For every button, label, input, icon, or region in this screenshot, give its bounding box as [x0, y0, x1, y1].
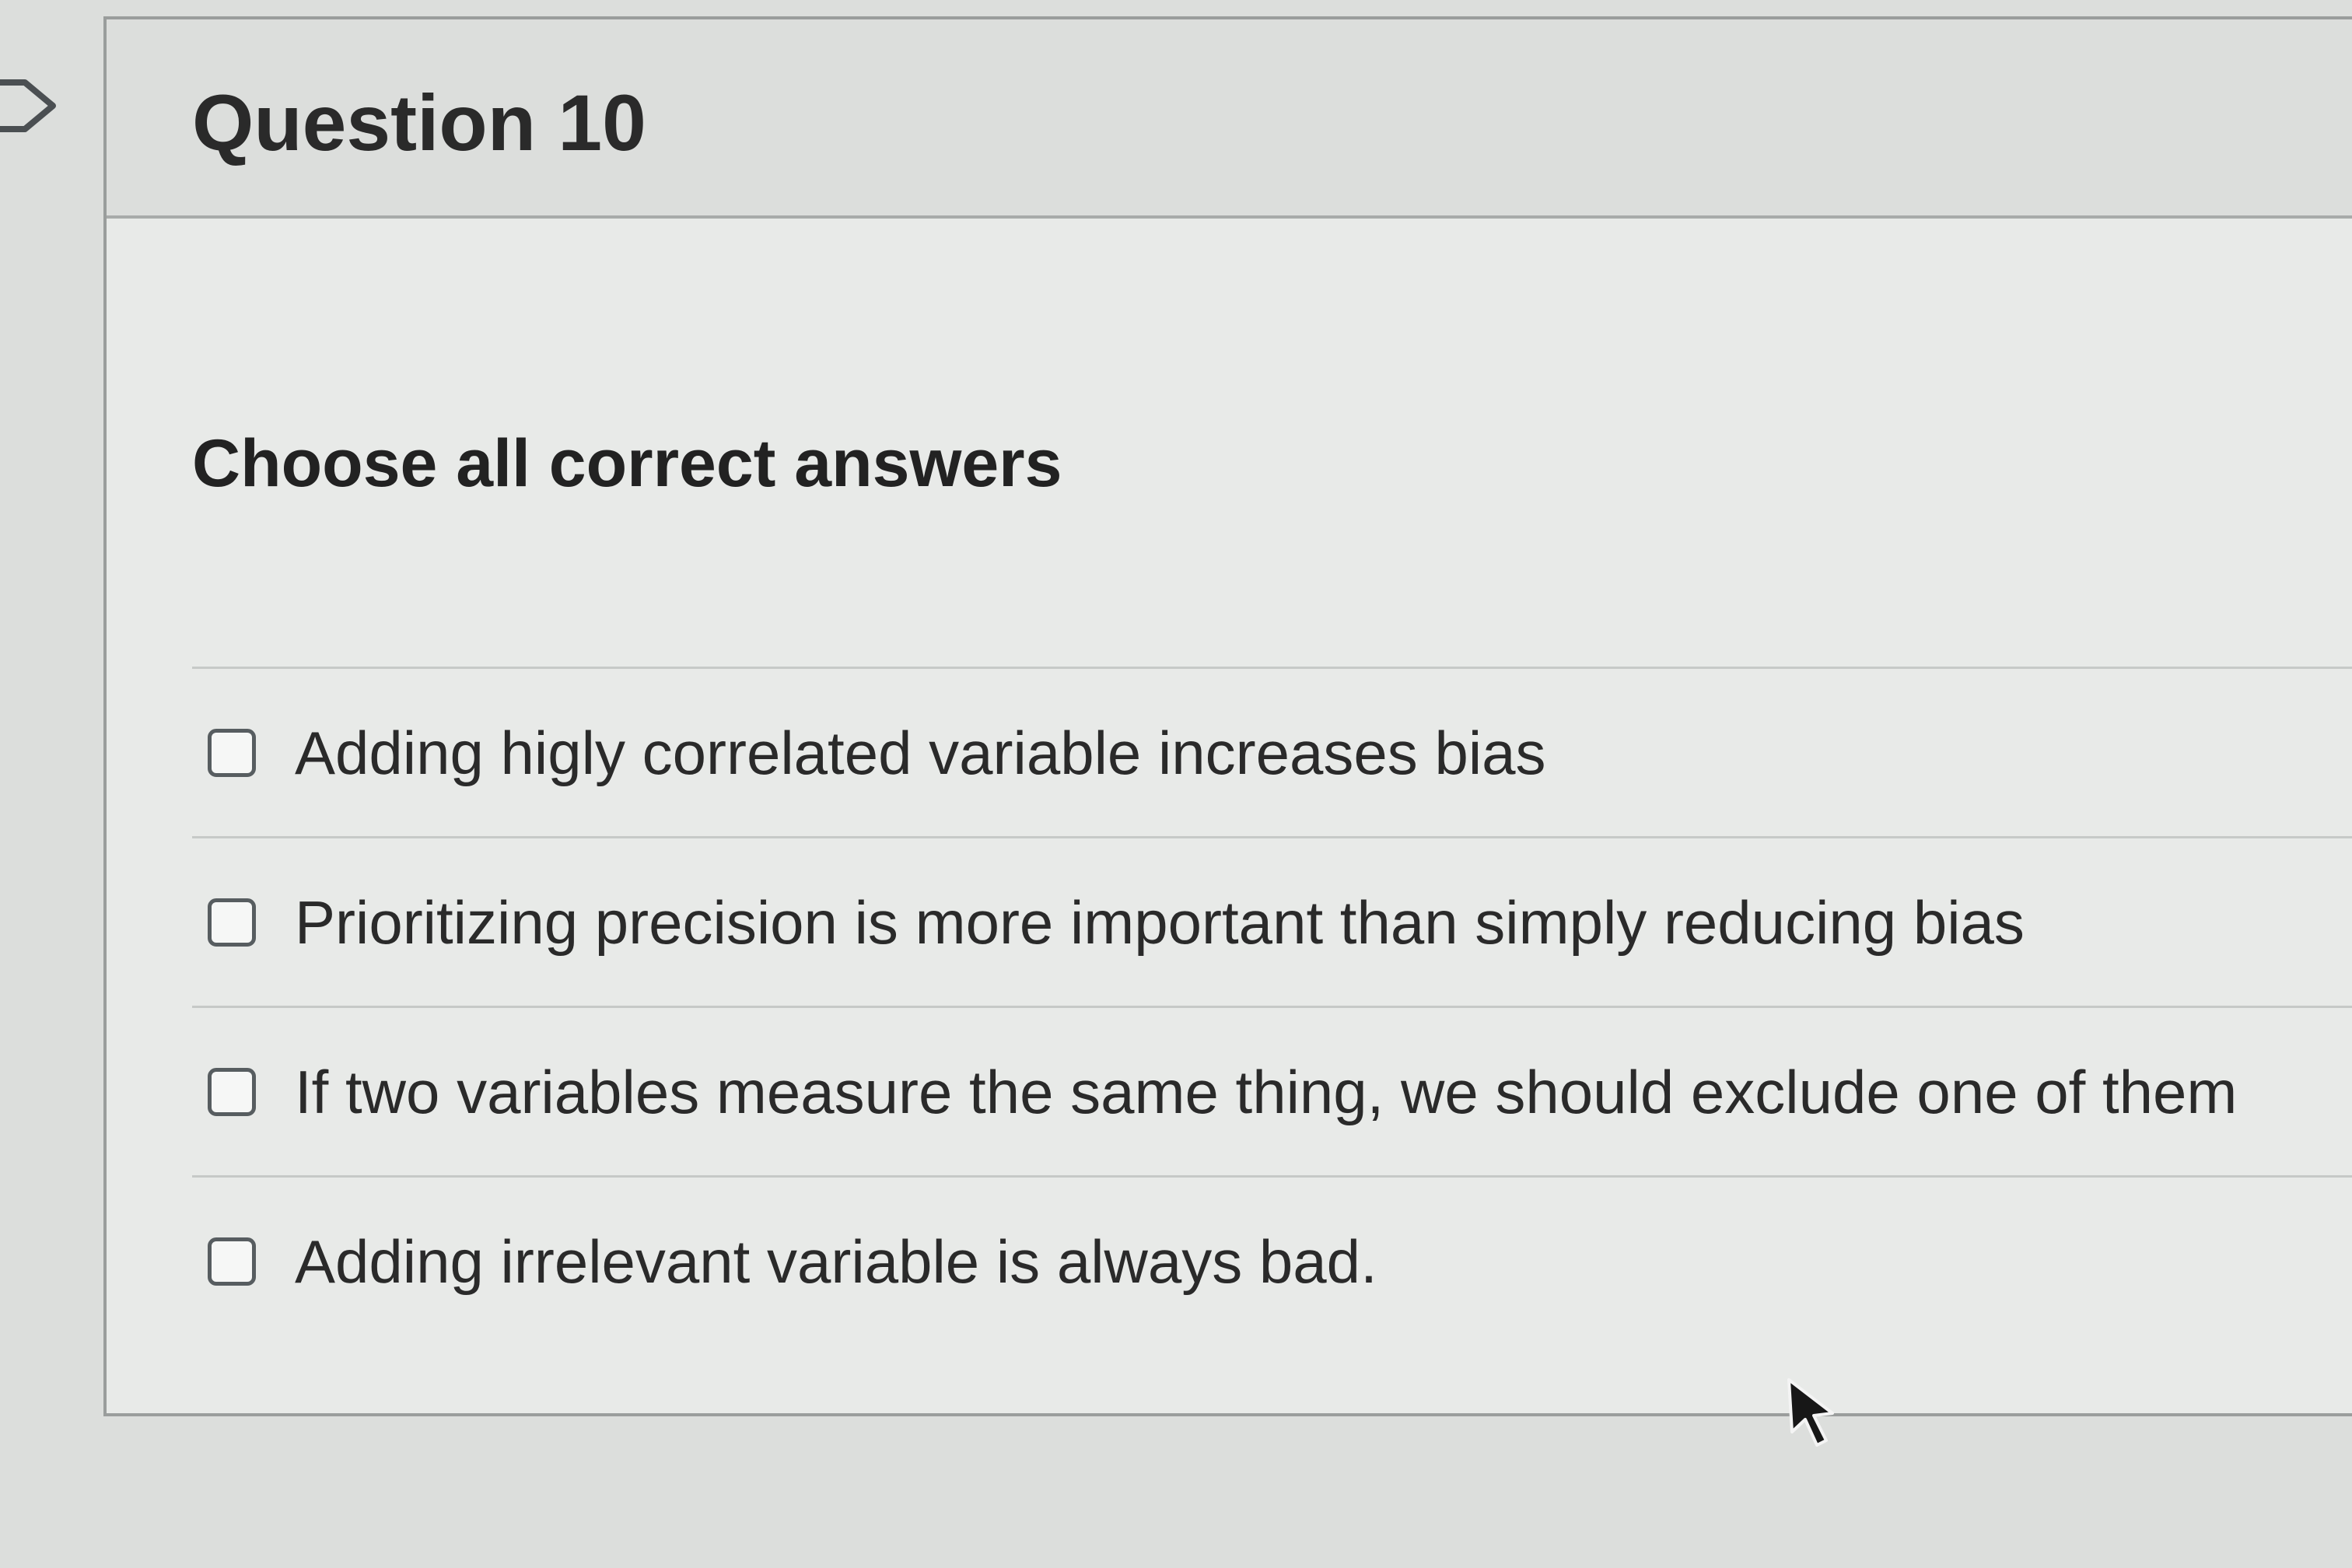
answer-option-4[interactable]: Adding irrelevant variable is always bad… [192, 1175, 2352, 1345]
question-card: Question 10 Choose all correct answers A… [103, 16, 2352, 1416]
answer-label-2: Prioritizing precision is more important… [295, 887, 2025, 957]
answer-label-1: Adding higly correlated variable increas… [295, 718, 1546, 787]
answer-checkbox-1[interactable] [208, 728, 256, 777]
mouse-pointer-icon [1787, 1378, 1834, 1447]
question-title: Question 10 [192, 79, 646, 167]
answer-checkbox-4[interactable] [208, 1237, 256, 1286]
answer-checkbox-3[interactable] [208, 1067, 256, 1116]
answer-option-1[interactable]: Adding higly correlated variable increas… [192, 667, 2352, 836]
answer-option-2[interactable]: Prioritizing precision is more important… [192, 836, 2352, 1006]
answer-checkbox-2[interactable] [208, 898, 256, 947]
answer-list: Adding higly correlated variable increas… [192, 667, 2352, 1345]
question-prompt: Choose all correct answers [192, 426, 1062, 501]
flag-outline-icon[interactable] [0, 68, 59, 143]
question-header: Question 10 [107, 19, 2352, 219]
answer-label-3: If two variables measure the same thing,… [295, 1057, 2238, 1126]
answer-option-3[interactable]: If two variables measure the same thing,… [192, 1006, 2352, 1175]
answer-label-4: Adding irrelevant variable is always bad… [295, 1227, 1377, 1296]
